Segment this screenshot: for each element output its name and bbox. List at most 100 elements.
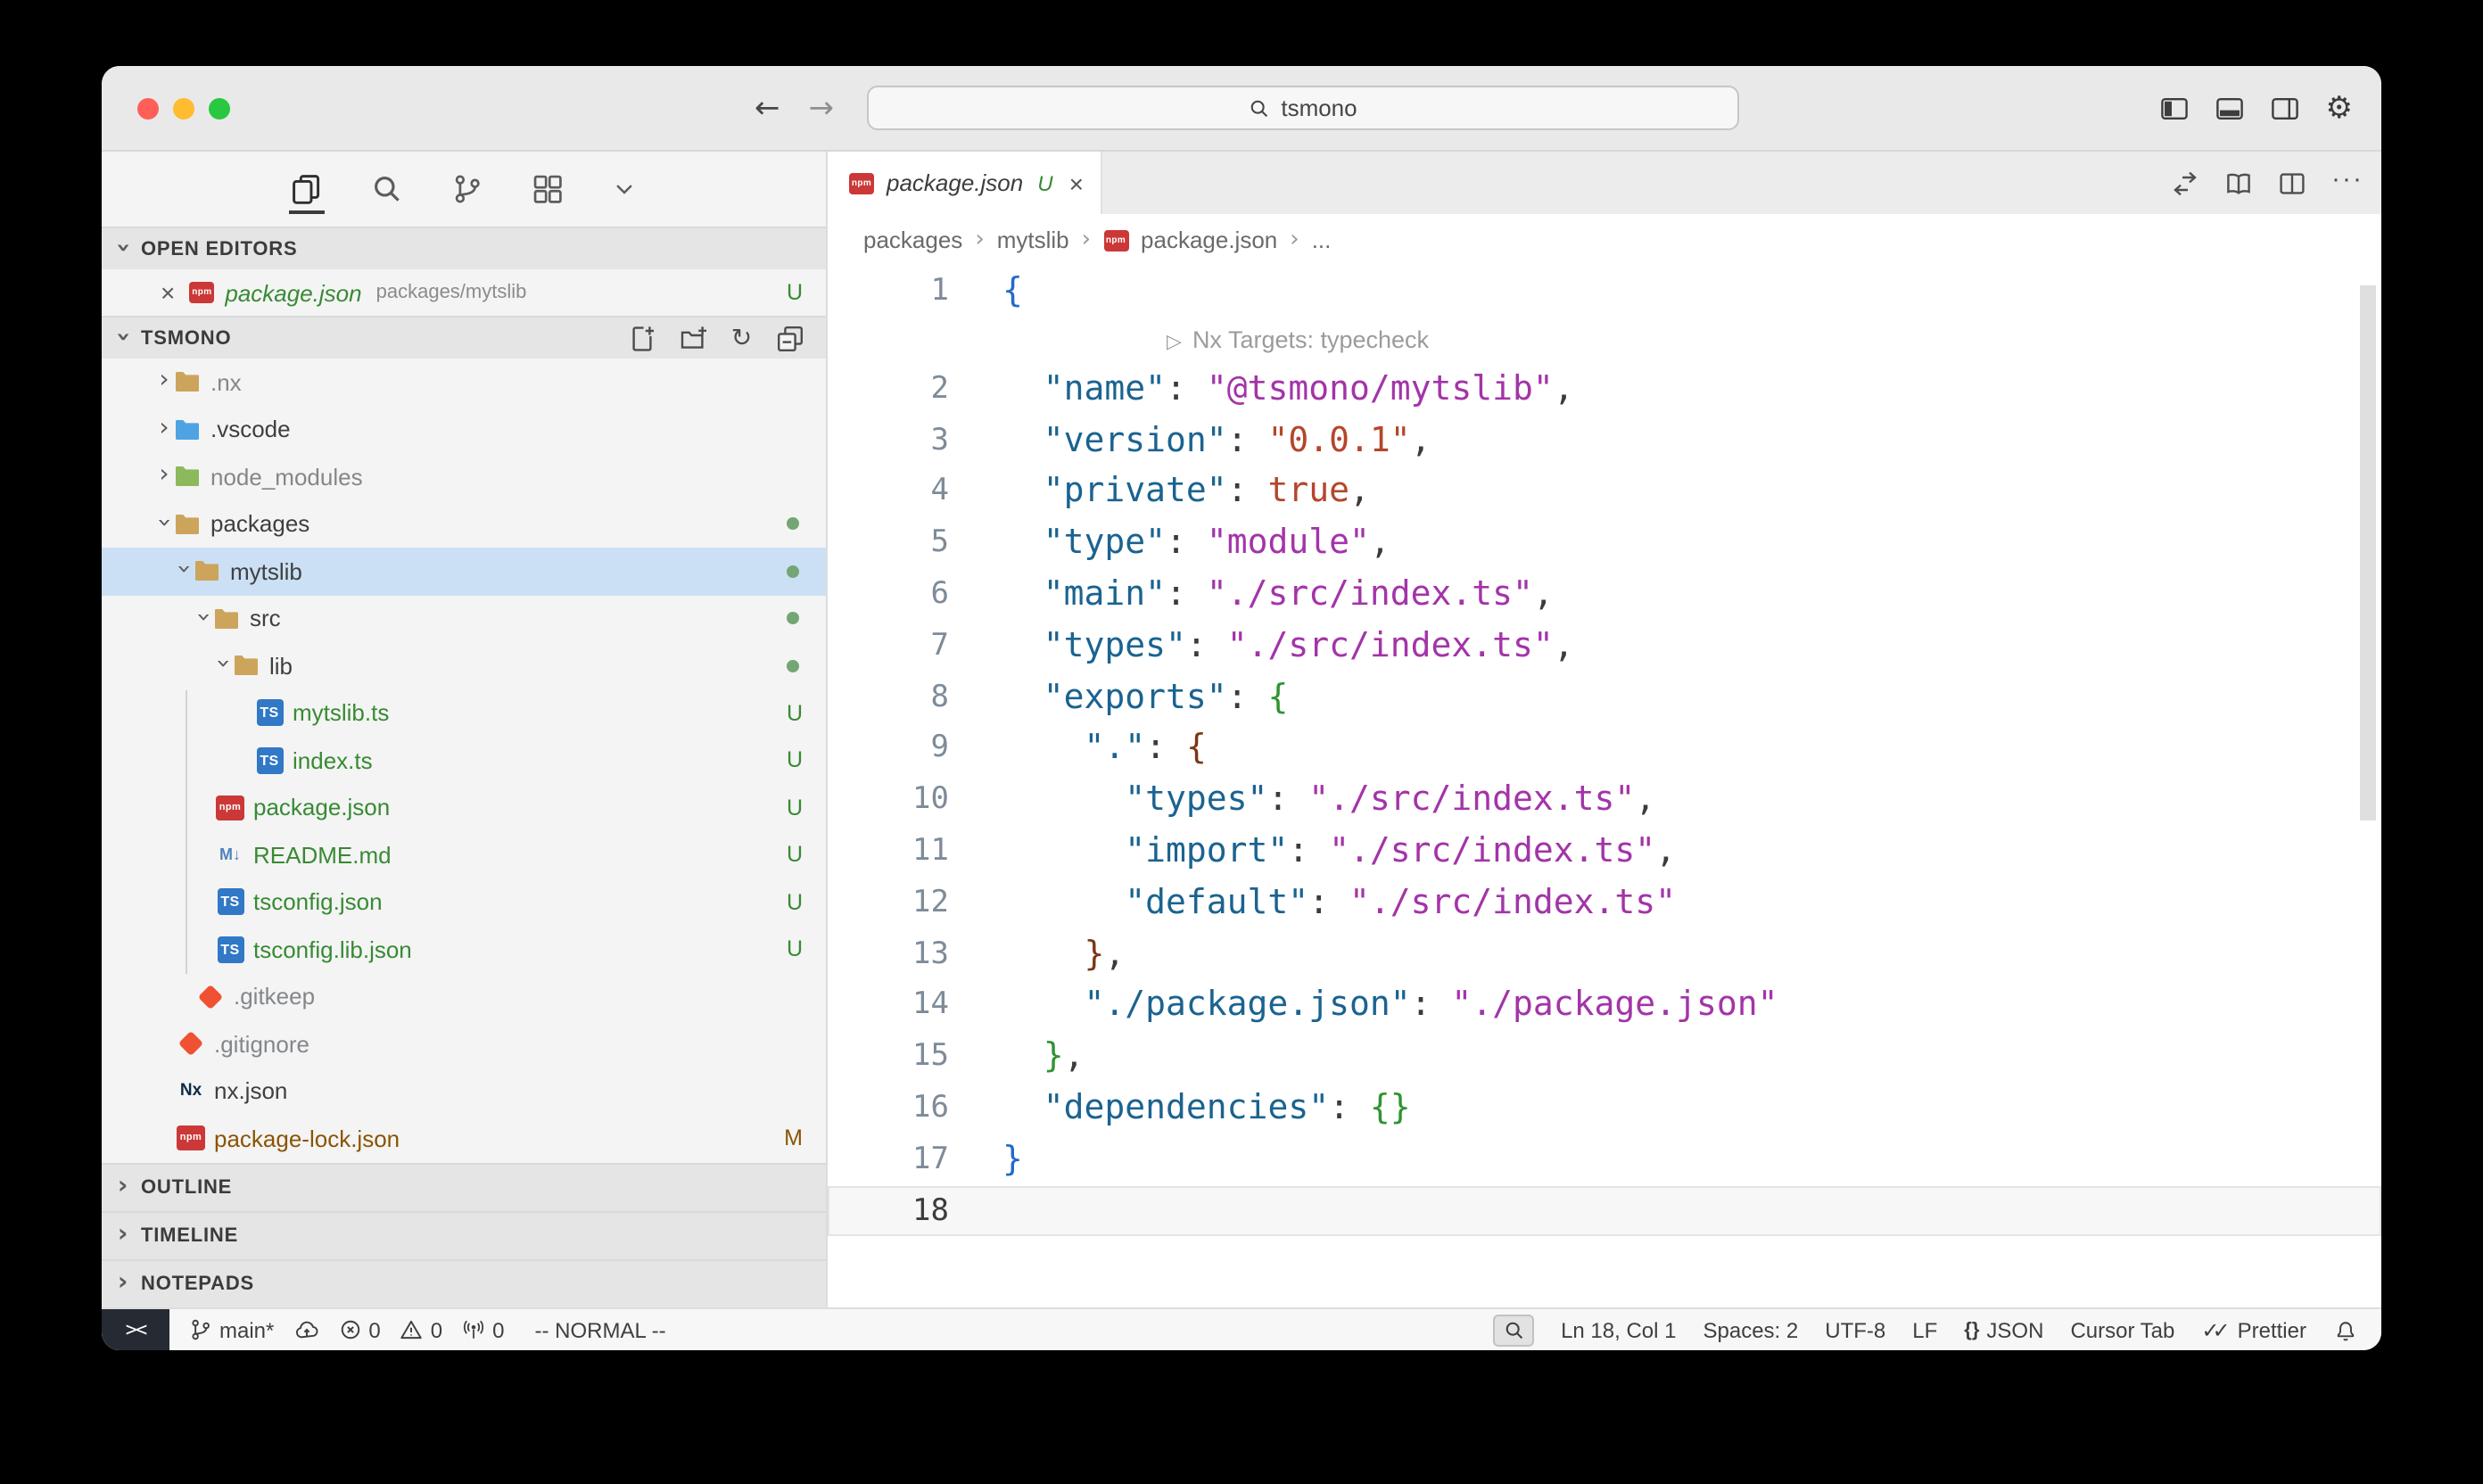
chevron-down-icon[interactable]: › xyxy=(171,561,196,579)
project-section-header[interactable]: › TSMONO ↻ xyxy=(102,316,826,359)
chevron-right-icon[interactable]: › xyxy=(155,463,173,488)
tree-item-README.md[interactable]: M↓README.mdU xyxy=(102,831,826,878)
tree-item-.nx[interactable]: ›.nx xyxy=(102,359,826,406)
code-line[interactable]: 4 "private": true, xyxy=(828,466,2381,518)
close-tab-icon[interactable]: × xyxy=(1069,169,1084,197)
zoom-window-button[interactable] xyxy=(209,98,230,120)
code-line[interactable]: 6 "main": "./src/index.ts", xyxy=(828,569,2381,621)
toggle-bottom-panel-icon[interactable] xyxy=(2215,95,2244,123)
title-bar[interactable]: ← → tsmono ⚙ xyxy=(102,66,2381,152)
warnings-item[interactable]: 0 xyxy=(400,1317,442,1342)
code-line[interactable]: 14 "./package.json": "./package.json" xyxy=(828,980,2381,1032)
open-editor-item[interactable]: × npm package.json packages/mytslib U xyxy=(102,269,826,316)
notifications-item[interactable] xyxy=(2333,1317,2358,1342)
more-actions-icon[interactable]: ··· xyxy=(2331,164,2363,194)
notebook-icon[interactable] xyxy=(2224,169,2253,197)
chevron-right-icon[interactable]: › xyxy=(155,416,173,441)
toggle-left-panel-icon[interactable] xyxy=(2160,95,2189,123)
tab-package-json[interactable]: npm package.json U × xyxy=(828,152,1103,214)
publish-changes-item[interactable] xyxy=(293,1317,318,1342)
new-folder-icon[interactable] xyxy=(680,324,708,352)
formatter-item[interactable]: ✓✓ Prettier xyxy=(2201,1317,2306,1342)
new-file-icon[interactable] xyxy=(628,324,656,352)
cursor-position-item[interactable]: Ln 18, Col 1 xyxy=(1561,1317,1676,1342)
code-line[interactable]: 8 "exports": { xyxy=(828,672,2381,723)
code-line[interactable]: 11 "import": "./src/index.ts", xyxy=(828,826,2381,878)
tree-item-tsconfig.json[interactable]: TStsconfig.jsonU xyxy=(102,878,826,926)
extensions-view-icon[interactable] xyxy=(530,168,565,210)
collapse-folders-icon[interactable] xyxy=(776,324,804,352)
code-line[interactable]: 16 "dependencies": {} xyxy=(828,1083,2381,1134)
code-line[interactable]: 17} xyxy=(828,1134,2381,1186)
cursor-tab-item[interactable]: Cursor Tab xyxy=(2070,1317,2174,1342)
breadcrumb-package-json[interactable]: package.json xyxy=(1141,227,1277,253)
tree-item-package-lock.json[interactable]: npmpackage-lock.jsonM xyxy=(102,1115,826,1162)
breadcrumb-packages[interactable]: packages xyxy=(863,227,962,253)
chevron-down-icon[interactable]: › xyxy=(210,655,235,673)
notepads-section-header[interactable]: › NOTEPADS xyxy=(102,1259,826,1307)
search-view-icon[interactable] xyxy=(369,168,405,210)
tree-item-packages[interactable]: ›packages xyxy=(102,500,826,548)
code-line[interactable]: 10 "types": "./src/index.ts", xyxy=(828,774,2381,826)
git-branch-item[interactable]: main* xyxy=(189,1317,274,1342)
encoding-item[interactable]: UTF-8 xyxy=(1825,1317,1885,1342)
ports-item[interactable]: 0 xyxy=(462,1317,504,1342)
close-editor-icon[interactable]: × xyxy=(161,278,175,307)
settings-gear-icon[interactable]: ⚙ xyxy=(2326,91,2354,127)
compare-changes-icon[interactable] xyxy=(2171,169,2199,197)
code-line[interactable]: 2 "name": "@tsmono/mytslib", xyxy=(828,364,2381,416)
tree-item-nx.json[interactable]: Nxnx.json xyxy=(102,1068,826,1115)
codelens-link[interactable]: ▷Nx Targets: typecheck xyxy=(1167,317,1429,364)
breadcrumb-mytslib[interactable]: mytslib xyxy=(997,227,1069,253)
open-editors-header[interactable]: › OPEN EDITORS xyxy=(102,227,826,269)
code-editor[interactable]: 1{▷Nx Targets: typecheck2 "name": "@tsmo… xyxy=(828,266,2381,1307)
tree-item-node_modules[interactable]: ›node_modules xyxy=(102,453,826,500)
chevron-right-icon[interactable]: › xyxy=(155,368,173,393)
indentation-item[interactable]: Spaces: 2 xyxy=(1703,1317,1799,1342)
code-line[interactable]: 15 }, xyxy=(828,1031,2381,1083)
line-number: 5 xyxy=(828,517,949,569)
language-mode-item[interactable]: {} JSON xyxy=(1964,1317,2043,1342)
tree-item-index.ts[interactable]: TSindex.tsU xyxy=(102,737,826,784)
tree-item-src[interactable]: ›src xyxy=(102,595,826,642)
breadcrumb-symbol[interactable]: ... xyxy=(1312,227,1332,253)
tree-item-tsconfig.lib.json[interactable]: TStsconfig.lib.jsonU xyxy=(102,926,826,973)
outline-section-header[interactable]: › OUTLINE xyxy=(102,1163,826,1211)
command-center-search[interactable]: tsmono xyxy=(867,86,1739,130)
errors-item[interactable]: 0 xyxy=(338,1317,380,1342)
tree-item-mytslib[interactable]: ›mytslib xyxy=(102,548,826,595)
tree-item-package.json[interactable]: npmpackage.jsonU xyxy=(102,784,826,831)
eol-item[interactable]: LF xyxy=(1912,1317,1937,1342)
code-line[interactable]: 3 "version": "0.0.1", xyxy=(828,415,2381,466)
chevron-down-icon[interactable]: › xyxy=(191,608,216,626)
remote-indicator[interactable]: >< xyxy=(102,1309,169,1350)
code-line[interactable]: 18 xyxy=(828,1185,2381,1237)
code-line[interactable]: 13 }, xyxy=(828,928,2381,980)
tree-item-label: package.json xyxy=(253,795,390,821)
timeline-section-header[interactable]: › TIMELINE xyxy=(102,1211,826,1259)
toggle-right-panel-icon[interactable] xyxy=(2271,95,2299,123)
navigate-forward-icon[interactable]: → xyxy=(809,91,835,127)
navigate-back-icon[interactable]: ← xyxy=(755,91,780,127)
tree-item-.gitignore[interactable]: .gitignore xyxy=(102,1020,826,1068)
code-line[interactable]: 12 "default": "./src/index.ts" xyxy=(828,878,2381,929)
minimize-window-button[interactable] xyxy=(173,98,194,120)
explorer-view-icon[interactable] xyxy=(289,168,325,210)
more-views-icon[interactable] xyxy=(610,171,639,207)
zoom-indicator-button[interactable] xyxy=(1493,1314,1534,1346)
tree-item-.gitkeep[interactable]: .gitkeep xyxy=(102,973,826,1020)
tree-item-mytslib.ts[interactable]: TSmytslib.tsU xyxy=(102,689,826,737)
code-line[interactable]: 1{ xyxy=(828,266,2381,317)
chevron-down-icon[interactable]: › xyxy=(152,514,177,532)
tree-item-lib[interactable]: ›lib xyxy=(102,642,826,689)
close-window-button[interactable] xyxy=(137,98,159,120)
tree-item-.vscode[interactable]: ›.vscode xyxy=(102,406,826,453)
source-control-view-icon[interactable] xyxy=(450,168,485,210)
code-line[interactable]: 7 "types": "./src/index.ts", xyxy=(828,621,2381,672)
vertical-scrollbar[interactable] xyxy=(2360,285,2376,820)
refresh-explorer-icon[interactable]: ↻ xyxy=(731,326,753,350)
split-editor-icon[interactable] xyxy=(2278,169,2306,197)
line-number: 16 xyxy=(828,1083,949,1134)
code-line[interactable]: 9 ".": { xyxy=(828,723,2381,775)
code-line[interactable]: 5 "type": "module", xyxy=(828,517,2381,569)
